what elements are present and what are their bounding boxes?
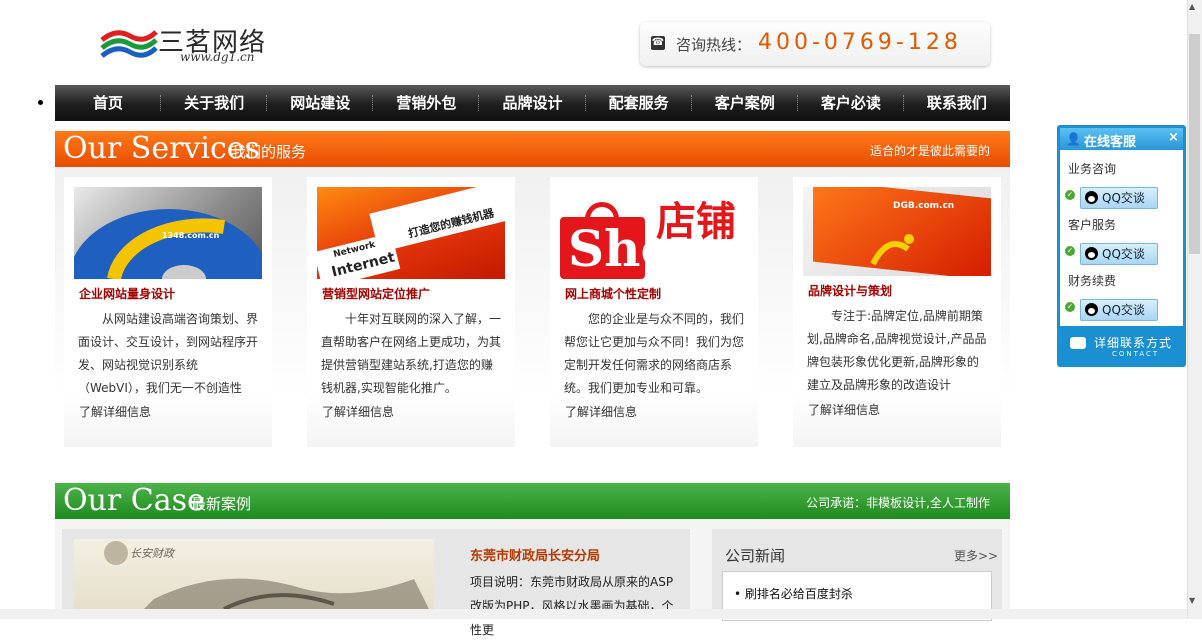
brand-figure-icon xyxy=(870,234,914,266)
main-nav: 首页 关于我们 网站建设 营销外包 品牌设计 配套服务 客户案例 客户必读 联系… xyxy=(55,85,1010,121)
service-card-shop: 店铺 Shop 网上商城个性定制 您的企业是与众不同的，我们帮您让它更加与众不同… xyxy=(550,177,758,447)
qq-chat-button[interactable]: QQ交谈 xyxy=(1080,243,1158,265)
nav-item-services[interactable]: 配套服务 xyxy=(586,85,692,121)
shop-image-text-en: Shop xyxy=(568,219,709,278)
check-icon: ✓ xyxy=(1065,190,1075,200)
nav-item-brand[interactable]: 品牌设计 xyxy=(479,85,586,121)
chat-bubble-icon xyxy=(1070,337,1086,349)
services-slogan: 适合的才是彼此需要的 xyxy=(869,144,990,158)
case-title-en: Our Case xyxy=(63,483,205,518)
news-item-text: 刷排名必给百度封杀 xyxy=(744,587,853,601)
card-title[interactable]: 企业网站量身设计 xyxy=(79,285,175,302)
news-title: 公司新闻 xyxy=(725,547,786,565)
cd-image[interactable]: 1348.com.cn xyxy=(74,187,262,279)
qq-chat-button[interactable]: QQ交谈 xyxy=(1080,299,1158,321)
card-title[interactable]: 网上商城个性定制 xyxy=(565,285,661,302)
marketing-image[interactable]: 打造您的赚钱机器 Network Internet xyxy=(317,187,505,279)
close-icon[interactable]: × xyxy=(1168,130,1179,145)
cd-image-text: 1348.com.cn xyxy=(162,231,220,240)
check-icon: ✓ xyxy=(1065,246,1075,256)
cs-group-label: 客户服务 xyxy=(1068,218,1117,232)
hotline-label: 咨询热线： xyxy=(676,36,752,54)
service-card-website: 1348.com.cn 企业网站量身设计 从网站建设高端咨询策划、界面设计、交互… xyxy=(64,177,272,447)
qq-penguin-icon xyxy=(1085,247,1098,260)
card-title[interactable]: 营销型网站定位推广 xyxy=(322,285,430,302)
scroll-up-arrow-icon[interactable]: ▲ xyxy=(1189,2,1195,11)
card-more-link[interactable]: 了解详细信息 xyxy=(79,403,151,420)
nav-item-about[interactable]: 关于我们 xyxy=(161,85,268,121)
card-title[interactable]: 品牌设计与策划 xyxy=(808,282,892,299)
qq-penguin-icon xyxy=(1085,191,1098,204)
cs-group-label: 业务咨询 xyxy=(1068,162,1117,176)
check-icon: ✓ xyxy=(1065,302,1075,312)
nav-item-cases[interactable]: 客户案例 xyxy=(692,85,798,121)
nav-item-contact[interactable]: 联系我们 xyxy=(904,85,1010,121)
case-title-cn: 最新案例 xyxy=(191,495,252,513)
card-desc: 十年对互联网的深入了解，一直帮助客户在网络上更成功，为其提供营销型建站系统,打造… xyxy=(321,312,502,395)
case-banner: Our Case 最新案例 公司承诺：非模板设计,全人工制作 xyxy=(55,483,1010,519)
ink-painting-icon xyxy=(104,541,434,619)
qq-chat-button[interactable]: QQ交谈 xyxy=(1080,187,1158,209)
case-image-text: 长安财政 xyxy=(130,547,174,560)
brand-image-text: DGB.com.cn xyxy=(893,201,955,211)
card-desc: 专注于:品牌定位,品牌前期策划,品牌命名,品牌视觉设计,产品品牌包装形象优化更新… xyxy=(807,309,987,392)
services-title-cn: 我们的服务 xyxy=(231,143,307,161)
contact-subtitle: CONTACT xyxy=(1112,350,1160,358)
nav-item-guide[interactable]: 客户必读 xyxy=(798,85,904,121)
service-card-brand: DGB.com.cn 品牌设计与策划 专注于:品牌定位,品牌前期策划,品牌命名,… xyxy=(793,177,1001,447)
news-item[interactable]: • 刷排名必给百度封杀 xyxy=(734,585,853,602)
news-more-link[interactable]: 更多>> xyxy=(954,547,998,564)
qq-penguin-icon xyxy=(1085,303,1098,316)
card-desc: 您的企业是与众不同的，我们帮您让它更加与众不同！我们为您定制开发任何需求的网络商… xyxy=(564,312,745,395)
logo-url: www.dg1.cn xyxy=(180,50,255,64)
card-more-link[interactable]: 了解详细信息 xyxy=(808,401,880,418)
card-more-link[interactable]: 了解详细信息 xyxy=(565,403,637,420)
nav-item-marketing[interactable]: 营销外包 xyxy=(373,85,480,121)
nav-item-home[interactable]: 首页 xyxy=(55,85,162,121)
scrollbar-thumb[interactable] xyxy=(1189,34,1200,254)
nav-item-website[interactable]: 网站建设 xyxy=(267,85,374,121)
logo-waves-icon xyxy=(100,30,158,58)
contact-details-link[interactable]: 详细联系方式 xyxy=(1094,334,1172,351)
cs-group-label: 财务续费 xyxy=(1068,274,1117,288)
services-banner: Our Services 我们的服务 适合的才是彼此需要的 xyxy=(55,131,1010,167)
brand-image[interactable]: DGB.com.cn xyxy=(803,187,991,276)
card-more-link[interactable]: 了解详细信息 xyxy=(322,403,394,420)
list-bullet xyxy=(38,100,43,105)
case-item-title[interactable]: 东莞市财政局长安分局 xyxy=(470,545,600,564)
service-card-marketing: 打造您的赚钱机器 Network Internet 营销型网站定位推广 十年对互… xyxy=(307,177,515,447)
bottom-status-strip xyxy=(0,609,1187,619)
card-desc: 从网站建设高端咨询策划、界面设计、交互设计，到网站程序开发、网站视觉识别系统（W… xyxy=(78,312,259,395)
case-image[interactable]: 长安财政 xyxy=(74,539,434,619)
hotline-number: 400-0769-128 xyxy=(758,30,962,55)
scroll-down-arrow-icon[interactable]: ▼ xyxy=(1189,596,1195,605)
case-slogan: 公司承诺：非模板设计,全人工制作 xyxy=(806,496,990,510)
phone-icon: ☎ xyxy=(651,36,665,50)
online-service-title: 在线客服 xyxy=(1084,135,1137,150)
shop-image[interactable]: 店铺 Shop xyxy=(560,187,748,279)
person-icon: 👤 xyxy=(1066,132,1081,146)
case-item-desc: 项目说明：东莞市财政局从原来的ASP改版为PHP，风格以水墨画为基础，个性更 xyxy=(470,575,674,637)
